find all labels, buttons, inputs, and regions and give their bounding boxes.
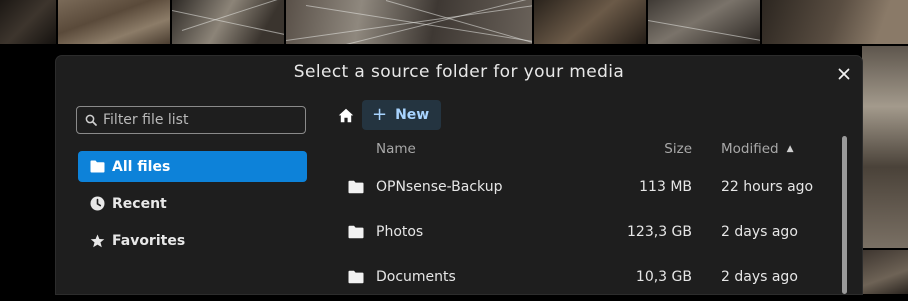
sidebar-item-favorites[interactable]: Favorites xyxy=(78,225,307,256)
clock-icon xyxy=(89,196,105,212)
file-name: Documents xyxy=(376,269,456,285)
file-name: Photos xyxy=(376,224,424,240)
background-photo xyxy=(762,0,908,44)
new-button[interactable]: + New xyxy=(362,100,442,130)
file-table-header: Name Size Modified ▲ xyxy=(334,138,814,160)
file-modified: 2 days ago xyxy=(721,269,798,285)
file-size: 113 MB xyxy=(639,179,692,195)
table-row[interactable]: Photos 123,3 GB 2 days ago xyxy=(334,211,814,256)
search-icon xyxy=(85,114,97,126)
new-button-label: New xyxy=(395,107,430,123)
column-header-size[interactable]: Size xyxy=(664,141,692,157)
file-list: OPNsense-Backup 113 MB 22 hours ago Phot… xyxy=(334,166,814,301)
background-photo xyxy=(172,0,284,44)
star-icon xyxy=(89,233,105,249)
folder-icon xyxy=(89,159,105,175)
sort-ascending-icon: ▲ xyxy=(786,144,794,154)
folder-icon xyxy=(348,225,364,239)
background-photo xyxy=(0,0,56,44)
background-photo xyxy=(862,250,908,294)
column-header-modified-label: Modified xyxy=(721,141,779,157)
sidebar-item-all-files[interactable]: All files xyxy=(78,151,307,182)
dialog-title: Select a source folder for your media xyxy=(293,62,625,82)
toolbar: + New xyxy=(334,100,442,130)
sidebar-item-label: Favorites xyxy=(112,232,186,249)
sidebar-item-recent[interactable]: Recent xyxy=(78,188,307,219)
file-modified: 22 hours ago xyxy=(721,179,814,195)
home-button[interactable] xyxy=(334,103,358,127)
background-photo xyxy=(862,46,908,248)
close-icon xyxy=(838,68,850,80)
filter-input[interactable] xyxy=(103,112,293,128)
table-row[interactable]: OPNsense-Backup 113 MB 22 hours ago xyxy=(334,166,814,211)
background-photo xyxy=(286,0,532,44)
column-header-name[interactable]: Name xyxy=(376,141,416,157)
filter-file-list-field[interactable] xyxy=(76,106,306,134)
background-photo xyxy=(58,0,170,44)
background-photo xyxy=(534,0,646,44)
scrollbar[interactable] xyxy=(842,136,847,294)
close-button[interactable] xyxy=(834,64,854,84)
sidebar-item-label: Recent xyxy=(112,195,167,212)
file-size: 10,3 GB xyxy=(635,269,692,285)
table-row[interactable]: Documents 10,3 GB 2 days ago xyxy=(334,256,814,301)
folder-icon xyxy=(348,180,364,194)
folder-icon xyxy=(348,270,364,284)
home-icon xyxy=(338,108,354,122)
file-name: OPNsense-Backup xyxy=(376,179,503,195)
plus-icon: + xyxy=(372,104,388,125)
sidebar-nav: All files Recent Favorites xyxy=(78,151,307,262)
column-header-modified[interactable]: Modified ▲ xyxy=(721,141,794,157)
sidebar-item-label: All files xyxy=(112,158,171,175)
file-modified: 2 days ago xyxy=(721,224,798,240)
file-picker-dialog: Select a source folder for your media Al… xyxy=(56,56,862,294)
background-photo xyxy=(648,0,760,44)
file-size: 123,3 GB xyxy=(627,224,692,240)
